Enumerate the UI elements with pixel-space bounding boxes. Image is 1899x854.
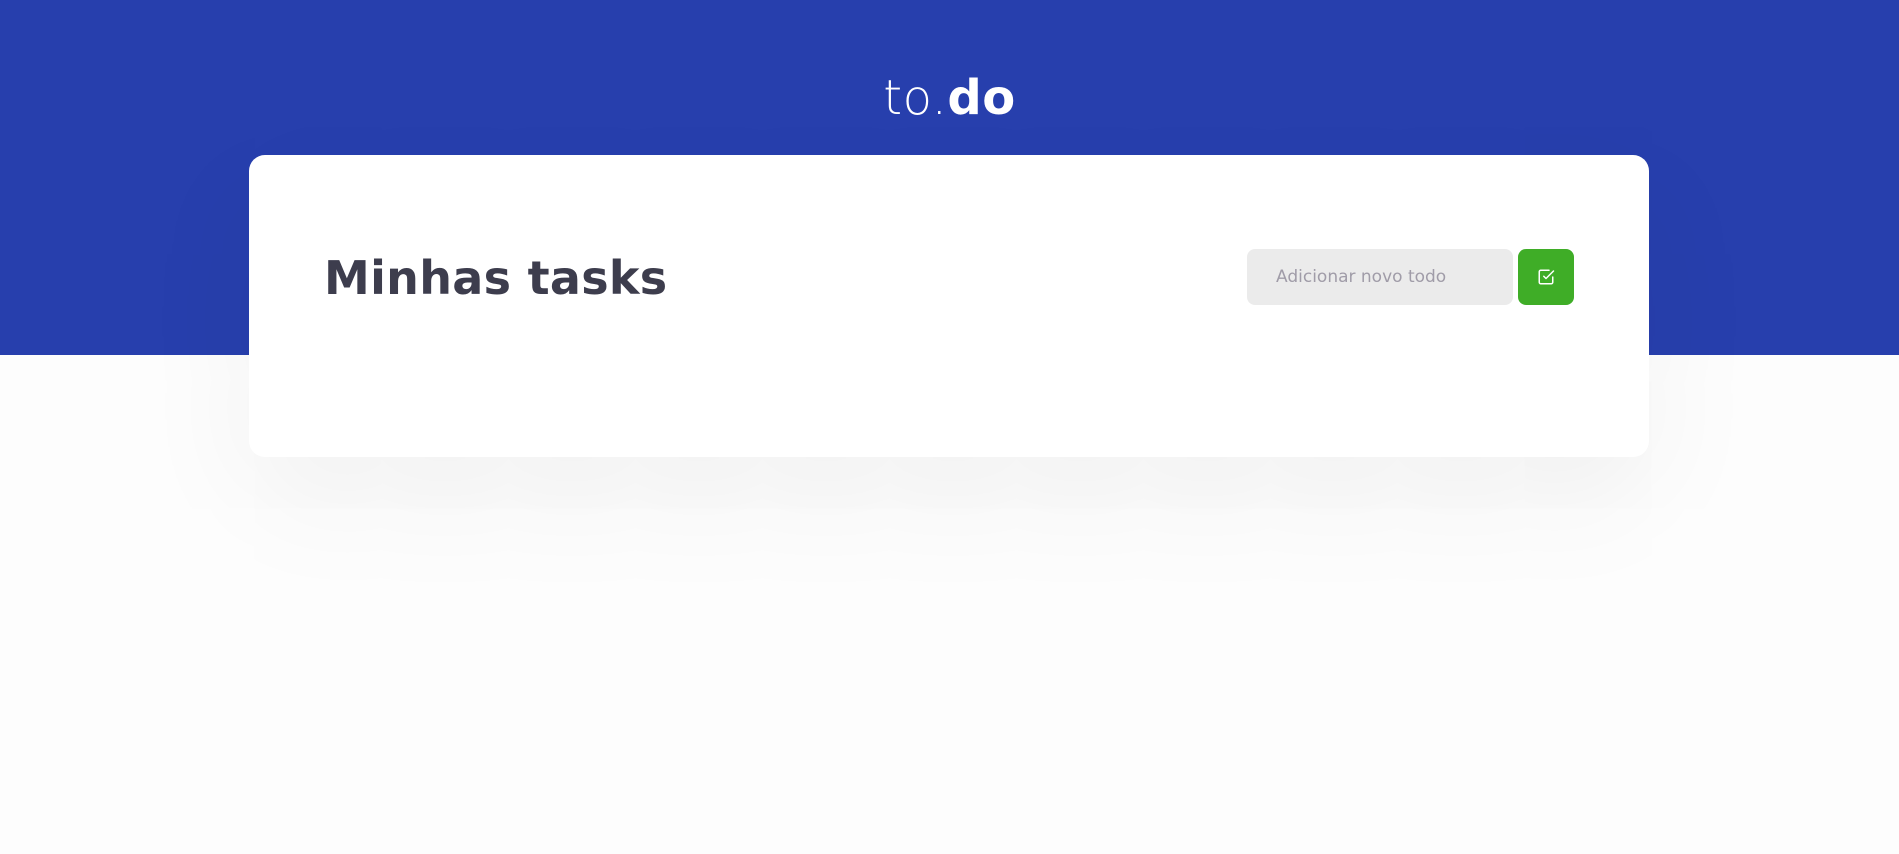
logo-prefix: to.	[883, 70, 948, 126]
check-square-icon	[1537, 268, 1555, 286]
app-logo: to.do	[0, 70, 1899, 126]
add-todo-button[interactable]	[1518, 249, 1574, 305]
logo-suffix: do	[947, 70, 1016, 126]
add-todo-form	[1247, 249, 1574, 305]
page-title: Minhas tasks	[324, 251, 668, 305]
new-todo-input[interactable]	[1247, 249, 1513, 305]
tasks-card: Minhas tasks	[249, 155, 1649, 457]
